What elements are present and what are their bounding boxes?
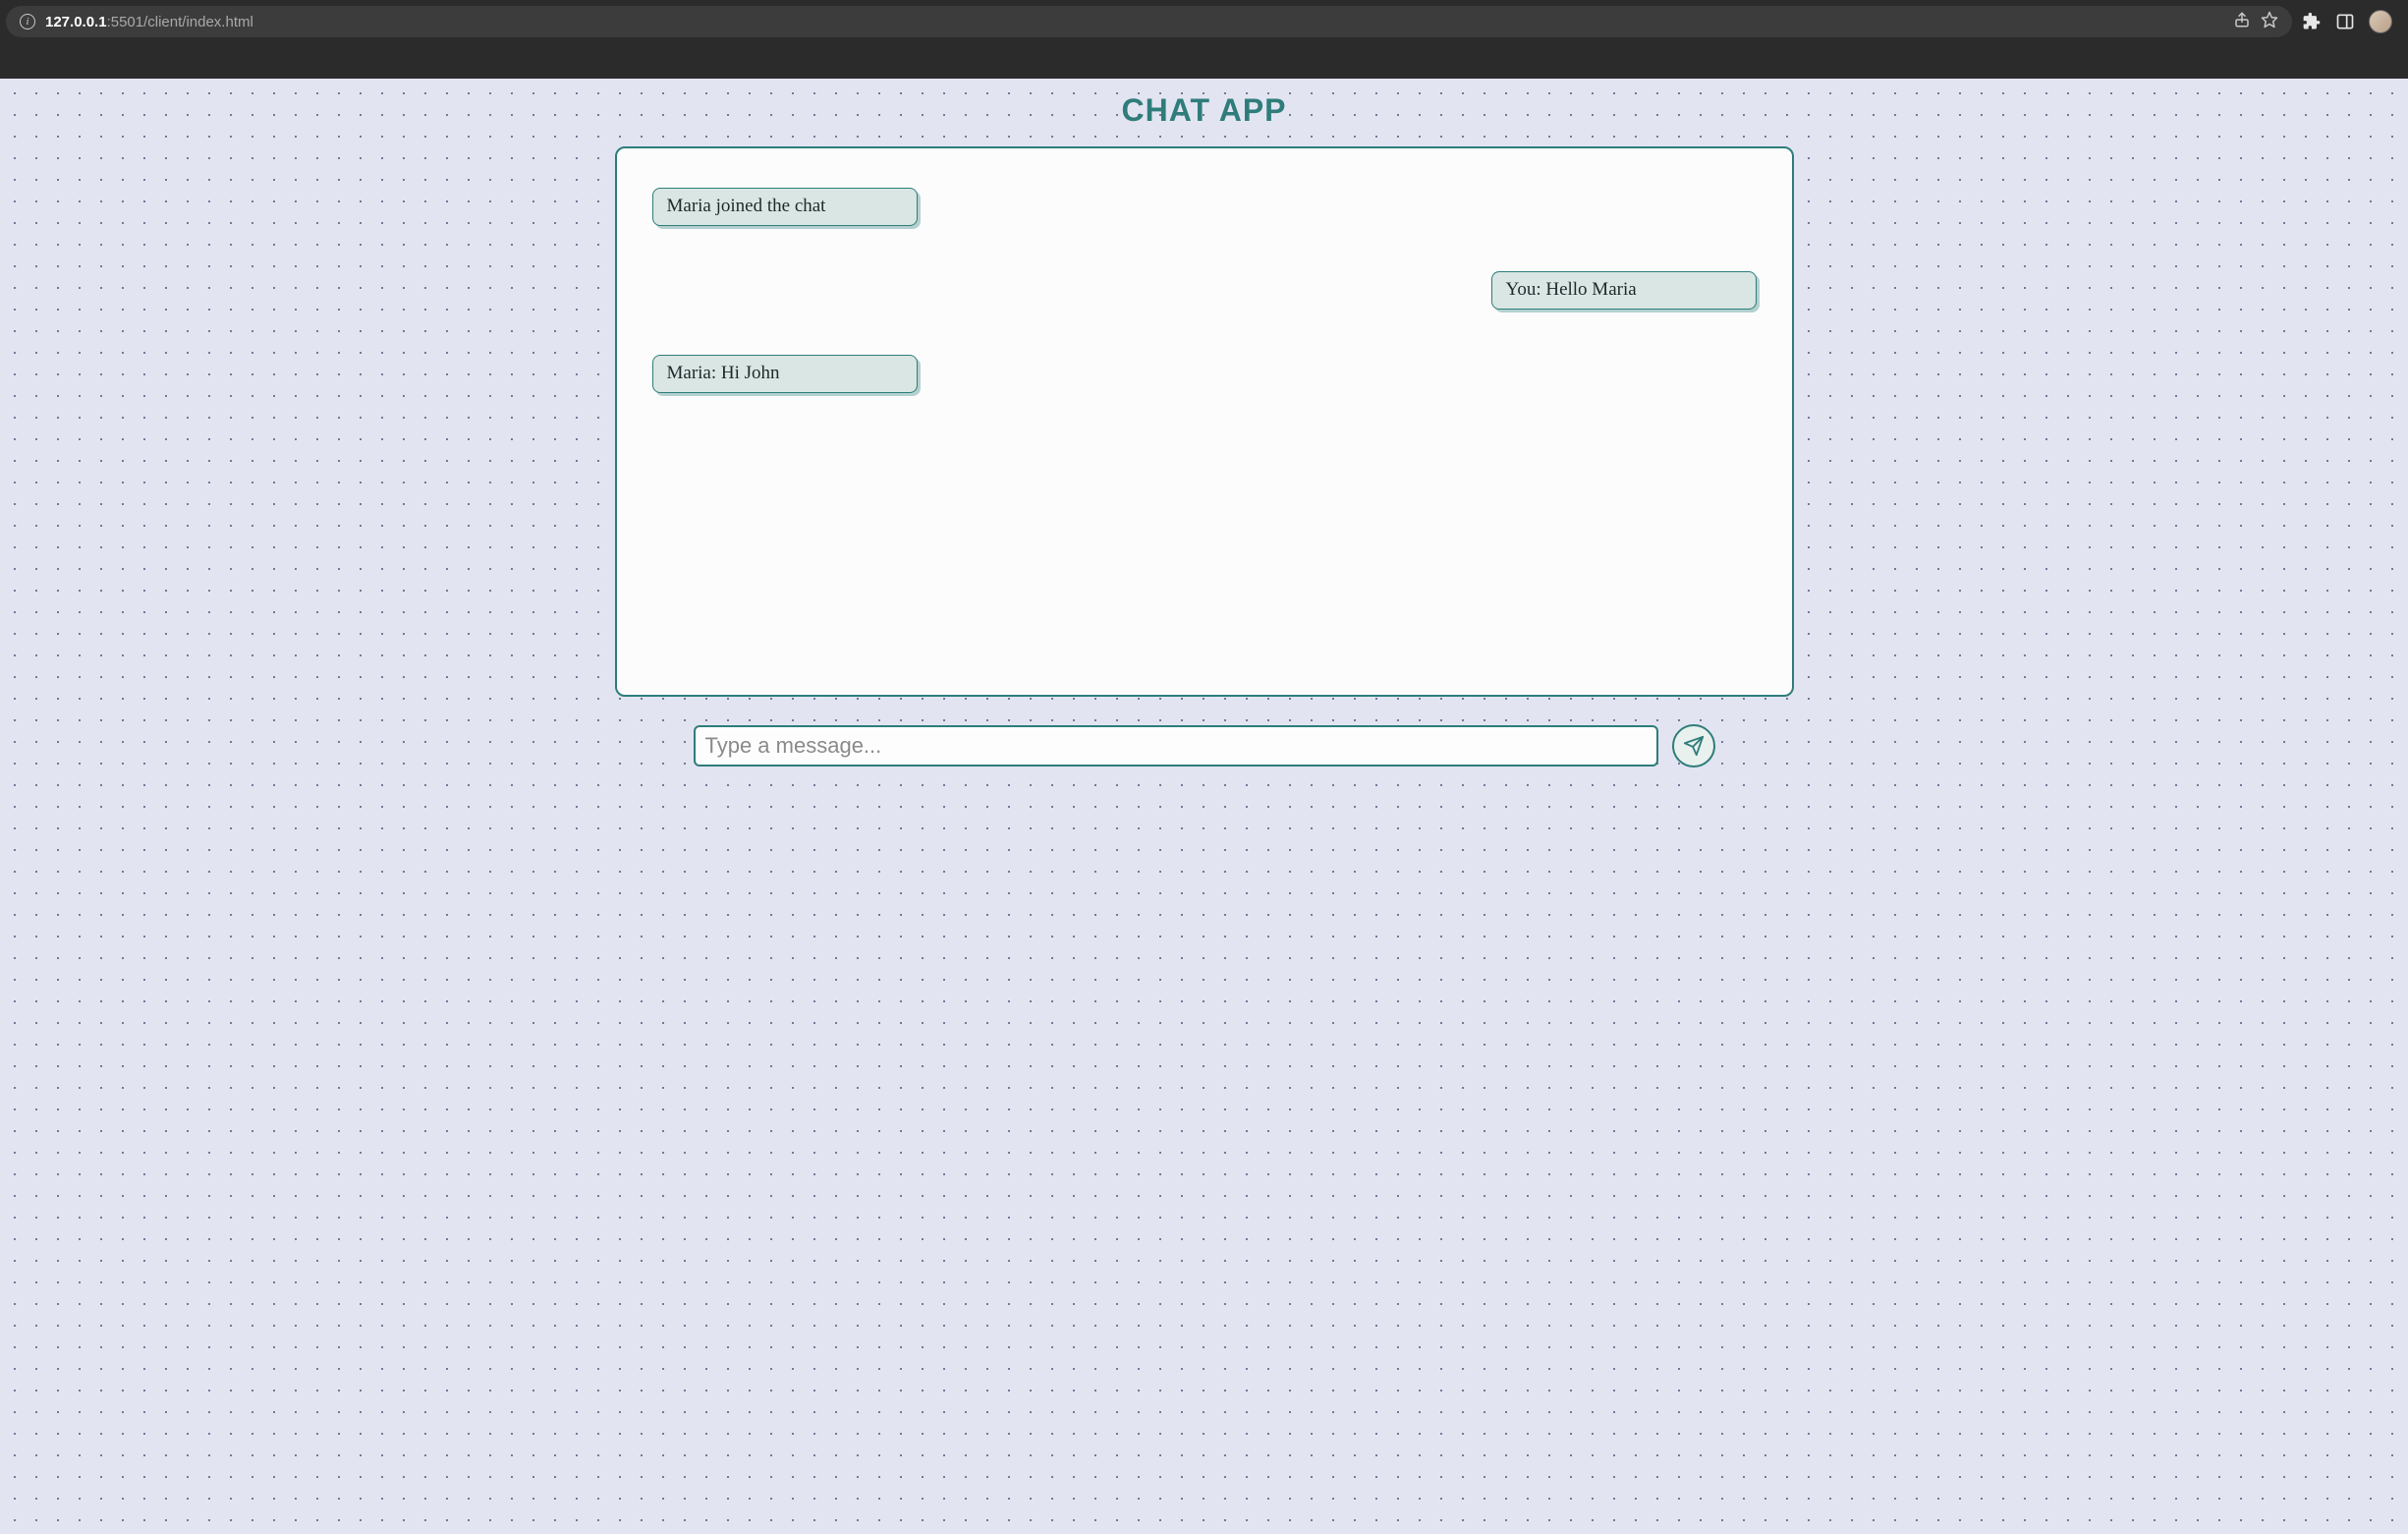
message-row: Maria: Hi John — [652, 355, 1757, 393]
page-body: CHAT APP Maria joined the chat You: Hell… — [0, 79, 2408, 1534]
paper-plane-icon — [1683, 735, 1705, 757]
send-button[interactable] — [1672, 724, 1715, 767]
message-row: You: Hello Maria — [652, 271, 1757, 310]
profile-avatar-icon[interactable] — [2369, 10, 2392, 33]
chat-window: Maria joined the chat You: Hello Maria M… — [615, 146, 1794, 697]
share-icon[interactable] — [2233, 11, 2251, 32]
browser-chrome: i 127.0.0.1:5501/client/index.html — [0, 0, 2408, 79]
message-input[interactable] — [694, 725, 1658, 767]
message-bubble: You: Hello Maria — [1491, 271, 1757, 310]
url-path: :5501/client/index.html — [107, 14, 253, 30]
message-bubble: Maria joined the chat — [652, 188, 918, 226]
bookmark-star-icon[interactable] — [2261, 11, 2278, 32]
url-host: 127.0.0.1 — [45, 14, 107, 30]
chrome-spacer — [0, 43, 2408, 79]
url-text: 127.0.0.1:5501/client/index.html — [45, 14, 253, 30]
composer — [694, 724, 1715, 767]
message-row: Maria joined the chat — [652, 188, 1757, 226]
side-panel-icon[interactable] — [2335, 12, 2355, 31]
omnibox[interactable]: i 127.0.0.1:5501/client/index.html — [6, 6, 2292, 37]
page-title: CHAT APP — [1122, 92, 1287, 129]
extensions-icon[interactable] — [2302, 12, 2322, 31]
omnibox-row: i 127.0.0.1:5501/client/index.html — [0, 0, 2408, 43]
chrome-action-icons — [2302, 10, 2398, 33]
site-info-icon[interactable]: i — [20, 14, 35, 29]
message-bubble: Maria: Hi John — [652, 355, 918, 393]
